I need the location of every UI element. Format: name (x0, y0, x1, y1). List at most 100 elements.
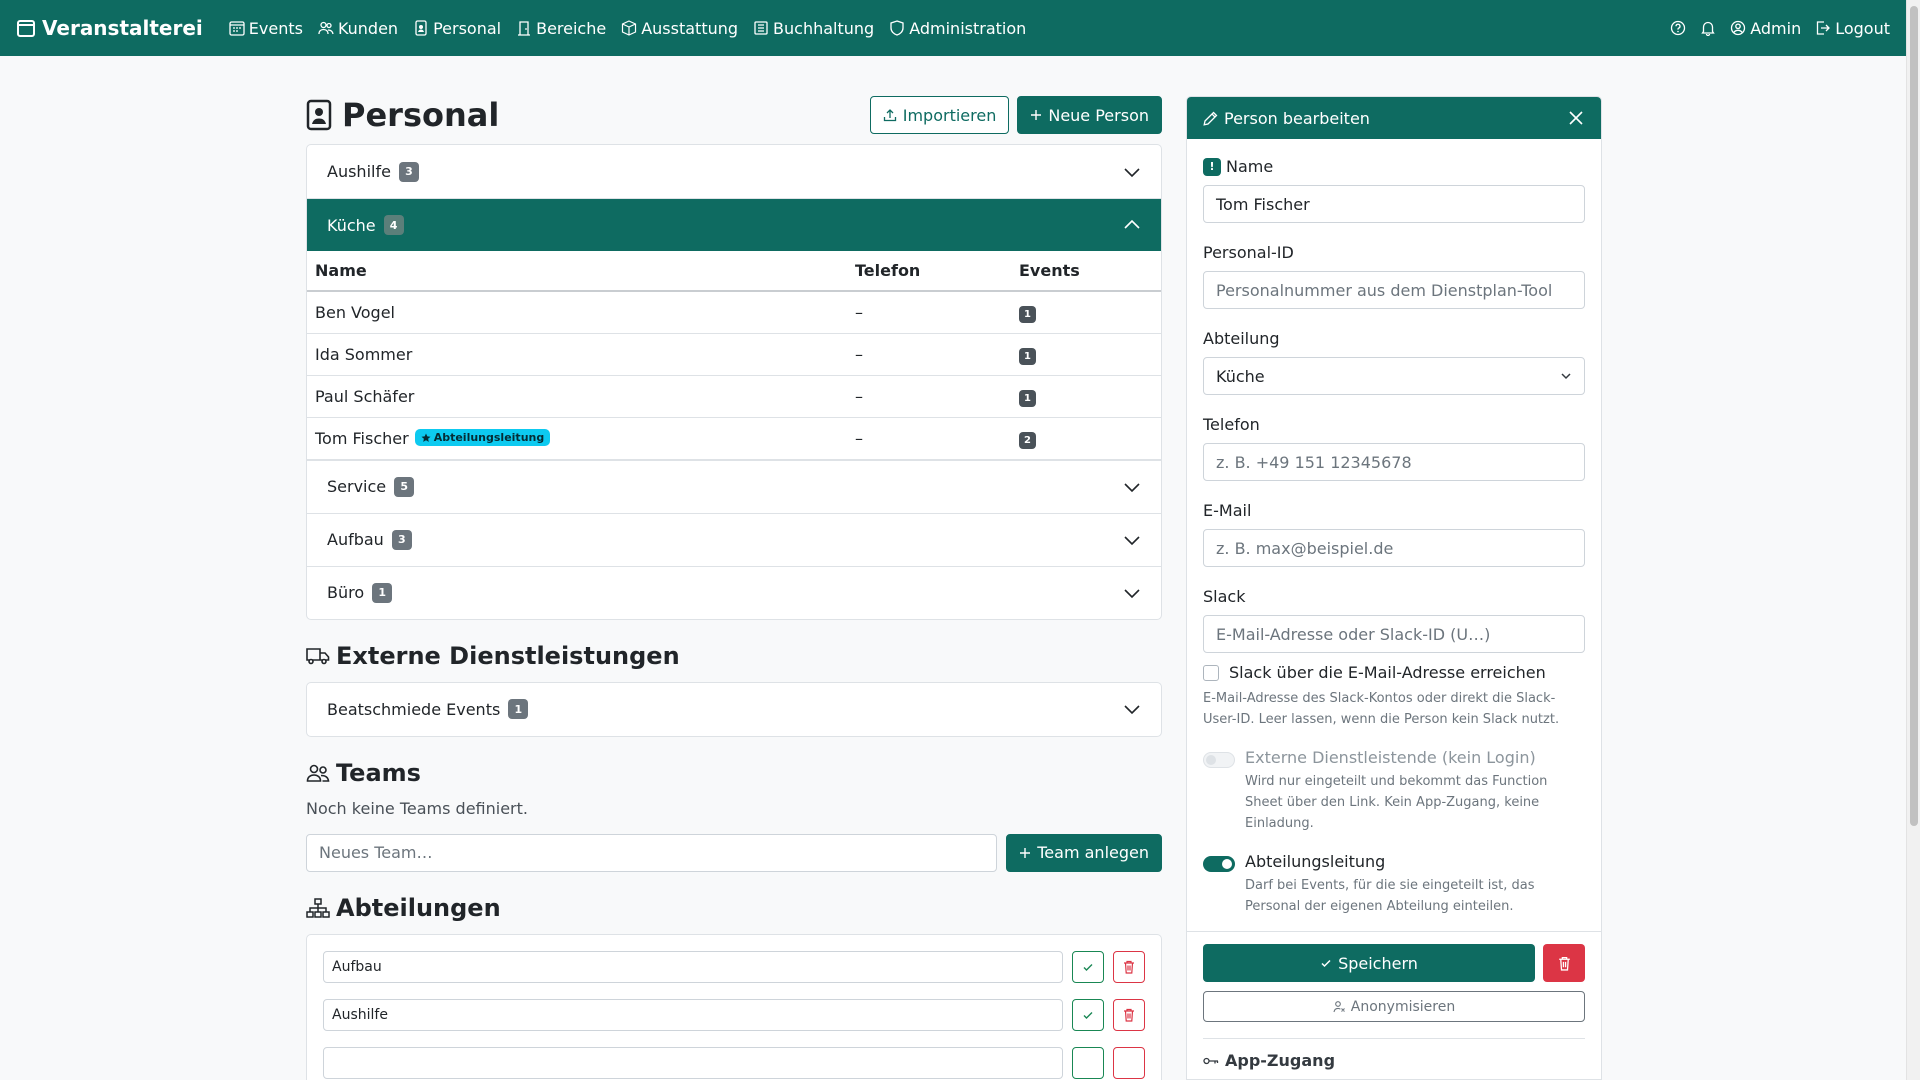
table-row[interactable]: Ben Vogel – 1 (307, 291, 1161, 334)
star-icon (421, 433, 431, 442)
group-name: Service (327, 477, 387, 496)
check-icon (1321, 959, 1331, 968)
logout-icon (1817, 21, 1831, 35)
slack-email-check-label: Slack über die E-Mail-Adresse erreichen (1229, 663, 1546, 682)
nav-ausstattung[interactable]: Ausstattung (621, 19, 738, 38)
confirm-button[interactable] (1072, 998, 1104, 1031)
help-icon[interactable] (1670, 20, 1686, 36)
badge-person-icon (415, 20, 427, 36)
group-header-kueche[interactable]: Küche 4 (307, 198, 1161, 251)
department-field: Abteilung Küche (1203, 329, 1585, 395)
ledger-icon (754, 21, 768, 35)
scrollbar-thumb[interactable] (1910, 6, 1918, 826)
nav-admin-user[interactable]: Admin (1730, 19, 1801, 38)
cell-name: Paul Schäfer (307, 375, 847, 418)
group-header-beatschmiede[interactable]: Beatschmiede Events 1 (307, 683, 1161, 736)
delete-button[interactable] (1113, 998, 1145, 1031)
table-header-row: Name Telefon Events (307, 251, 1161, 292)
slack-email-checkbox[interactable] (1203, 664, 1219, 681)
new-person-button[interactable]: Neue Person (1017, 96, 1162, 134)
cell-phone: – (847, 375, 1011, 418)
calendar-grid-icon (229, 21, 245, 36)
column-header-events: Events (1011, 251, 1161, 292)
import-button[interactable]: Importieren (869, 96, 1010, 134)
events-count-badge: 1 (1019, 347, 1036, 365)
nav-admin-label: Admin (1750, 18, 1802, 38)
nav-buchhaltung[interactable]: Buchhaltung (753, 19, 874, 38)
new-team-form: Neues Team… Team anlegen (306, 833, 1162, 872)
delete-button[interactable] (1113, 950, 1145, 983)
name-input[interactable]: Tom Fischer (1203, 185, 1585, 223)
close-icon[interactable] (1567, 109, 1585, 127)
table-row[interactable]: Paul Schäfer – 1 (307, 375, 1161, 418)
department-name-input[interactable] (323, 1046, 1063, 1079)
chevron-down-icon (1124, 535, 1140, 545)
pencil-icon (1203, 111, 1218, 126)
new-person-label: Neue Person (1048, 105, 1149, 125)
create-team-button[interactable]: Team anlegen (1006, 833, 1162, 872)
nav-administration-label: Administration (909, 18, 1027, 38)
page-title-text: Personal (342, 96, 500, 134)
group-header-aushilfe[interactable]: Aushilfe 3 (307, 145, 1161, 198)
phone-input[interactable]: z. B. +49 151 12345678 (1203, 443, 1585, 481)
group-header-aufbau[interactable]: Aufbau 3 (307, 512, 1161, 566)
column-header-name: Name (307, 251, 847, 292)
anonymize-button[interactable]: Anonymisieren (1203, 991, 1585, 1022)
nav-personal[interactable]: Personal (413, 19, 501, 38)
nav-ausstattung-label: Ausstattung (641, 18, 739, 38)
nav-bereiche[interactable]: Bereiche (516, 19, 606, 38)
create-team-label: Team anlegen (1037, 843, 1149, 862)
cell-name: Ben Vogel (307, 291, 847, 334)
cell-events: 2 (1011, 417, 1161, 460)
delete-person-button[interactable] (1543, 944, 1585, 982)
brand[interactable]: Veranstalterei (16, 16, 203, 40)
department-select[interactable]: Küche (1203, 357, 1585, 395)
table-row[interactable]: Tom Fischer Abteilungsleitung – 2 (307, 417, 1161, 460)
group-header-buero[interactable]: Büro 1 (307, 565, 1161, 619)
save-button[interactable]: Speichern (1203, 944, 1535, 982)
external-title-text: Externe Dienstleistungen (336, 641, 680, 670)
group-count-badge: 1 (508, 699, 529, 719)
cell-phone: – (847, 291, 1011, 334)
staff-id-input[interactable]: Personalnummer aus dem Dienstplan-Tool (1203, 271, 1585, 309)
bell-icon[interactable] (1700, 20, 1716, 36)
slack-email-check-row[interactable]: Slack über die E-Mail-Adresse erreichen (1203, 663, 1585, 682)
person-name: Tom Fischer (315, 428, 409, 448)
name-label: Name (1226, 157, 1274, 176)
staff-main: Personal Importieren Neue Person Aushilf… (306, 92, 1162, 1080)
cell-name: Ida Sommer (307, 333, 847, 376)
cell-events: 1 (1011, 333, 1161, 376)
cell-events: 1 (1011, 291, 1161, 334)
trash-icon (1124, 1008, 1134, 1022)
teams-empty-message: Noch keine Teams definiert. (306, 798, 528, 818)
page-scrollbar[interactable] (1906, 0, 1920, 1080)
delete-button[interactable] (1113, 1046, 1145, 1079)
column-header-phone: Telefon (847, 251, 1011, 292)
confirm-button[interactable] (1072, 950, 1104, 983)
nav-kunden[interactable]: Kunden (318, 19, 398, 38)
slack-input[interactable]: E-Mail-Adresse oder Slack-ID (U…) (1203, 615, 1585, 653)
email-field: E-Mail z. B. max@beispiel.de (1203, 501, 1585, 567)
truck-icon (306, 647, 330, 664)
nav-bereiche-label: Bereiche (536, 18, 607, 38)
table-row[interactable]: Ida Sommer – 1 (307, 333, 1161, 376)
department-name-input[interactable]: Aufbau (323, 950, 1063, 983)
department-lead-toggle[interactable] (1203, 856, 1235, 872)
email-input[interactable]: z. B. max@beispiel.de (1203, 529, 1585, 567)
external-toggle-label: Externe Dienstleistende (kein Login) (1245, 748, 1536, 767)
nav-events[interactable]: Events (229, 19, 303, 38)
nav-events-label: Events (248, 18, 303, 38)
external-toggle[interactable] (1203, 752, 1235, 768)
box-icon (622, 20, 637, 36)
upload-icon (883, 109, 896, 122)
department-name-input[interactable]: Aushilfe (323, 998, 1063, 1031)
group-header-service[interactable]: Service 5 (307, 459, 1161, 513)
slack-label: Slack (1203, 587, 1246, 606)
group-name: Beatschmiede Events (327, 699, 501, 719)
door-icon (518, 21, 531, 36)
group-name: Büro (327, 583, 365, 602)
nav-logout[interactable]: Logout (1815, 19, 1890, 38)
new-team-input[interactable]: Neues Team… (306, 833, 998, 872)
confirm-button[interactable] (1072, 1046, 1104, 1079)
nav-administration[interactable]: Administration (889, 19, 1026, 38)
